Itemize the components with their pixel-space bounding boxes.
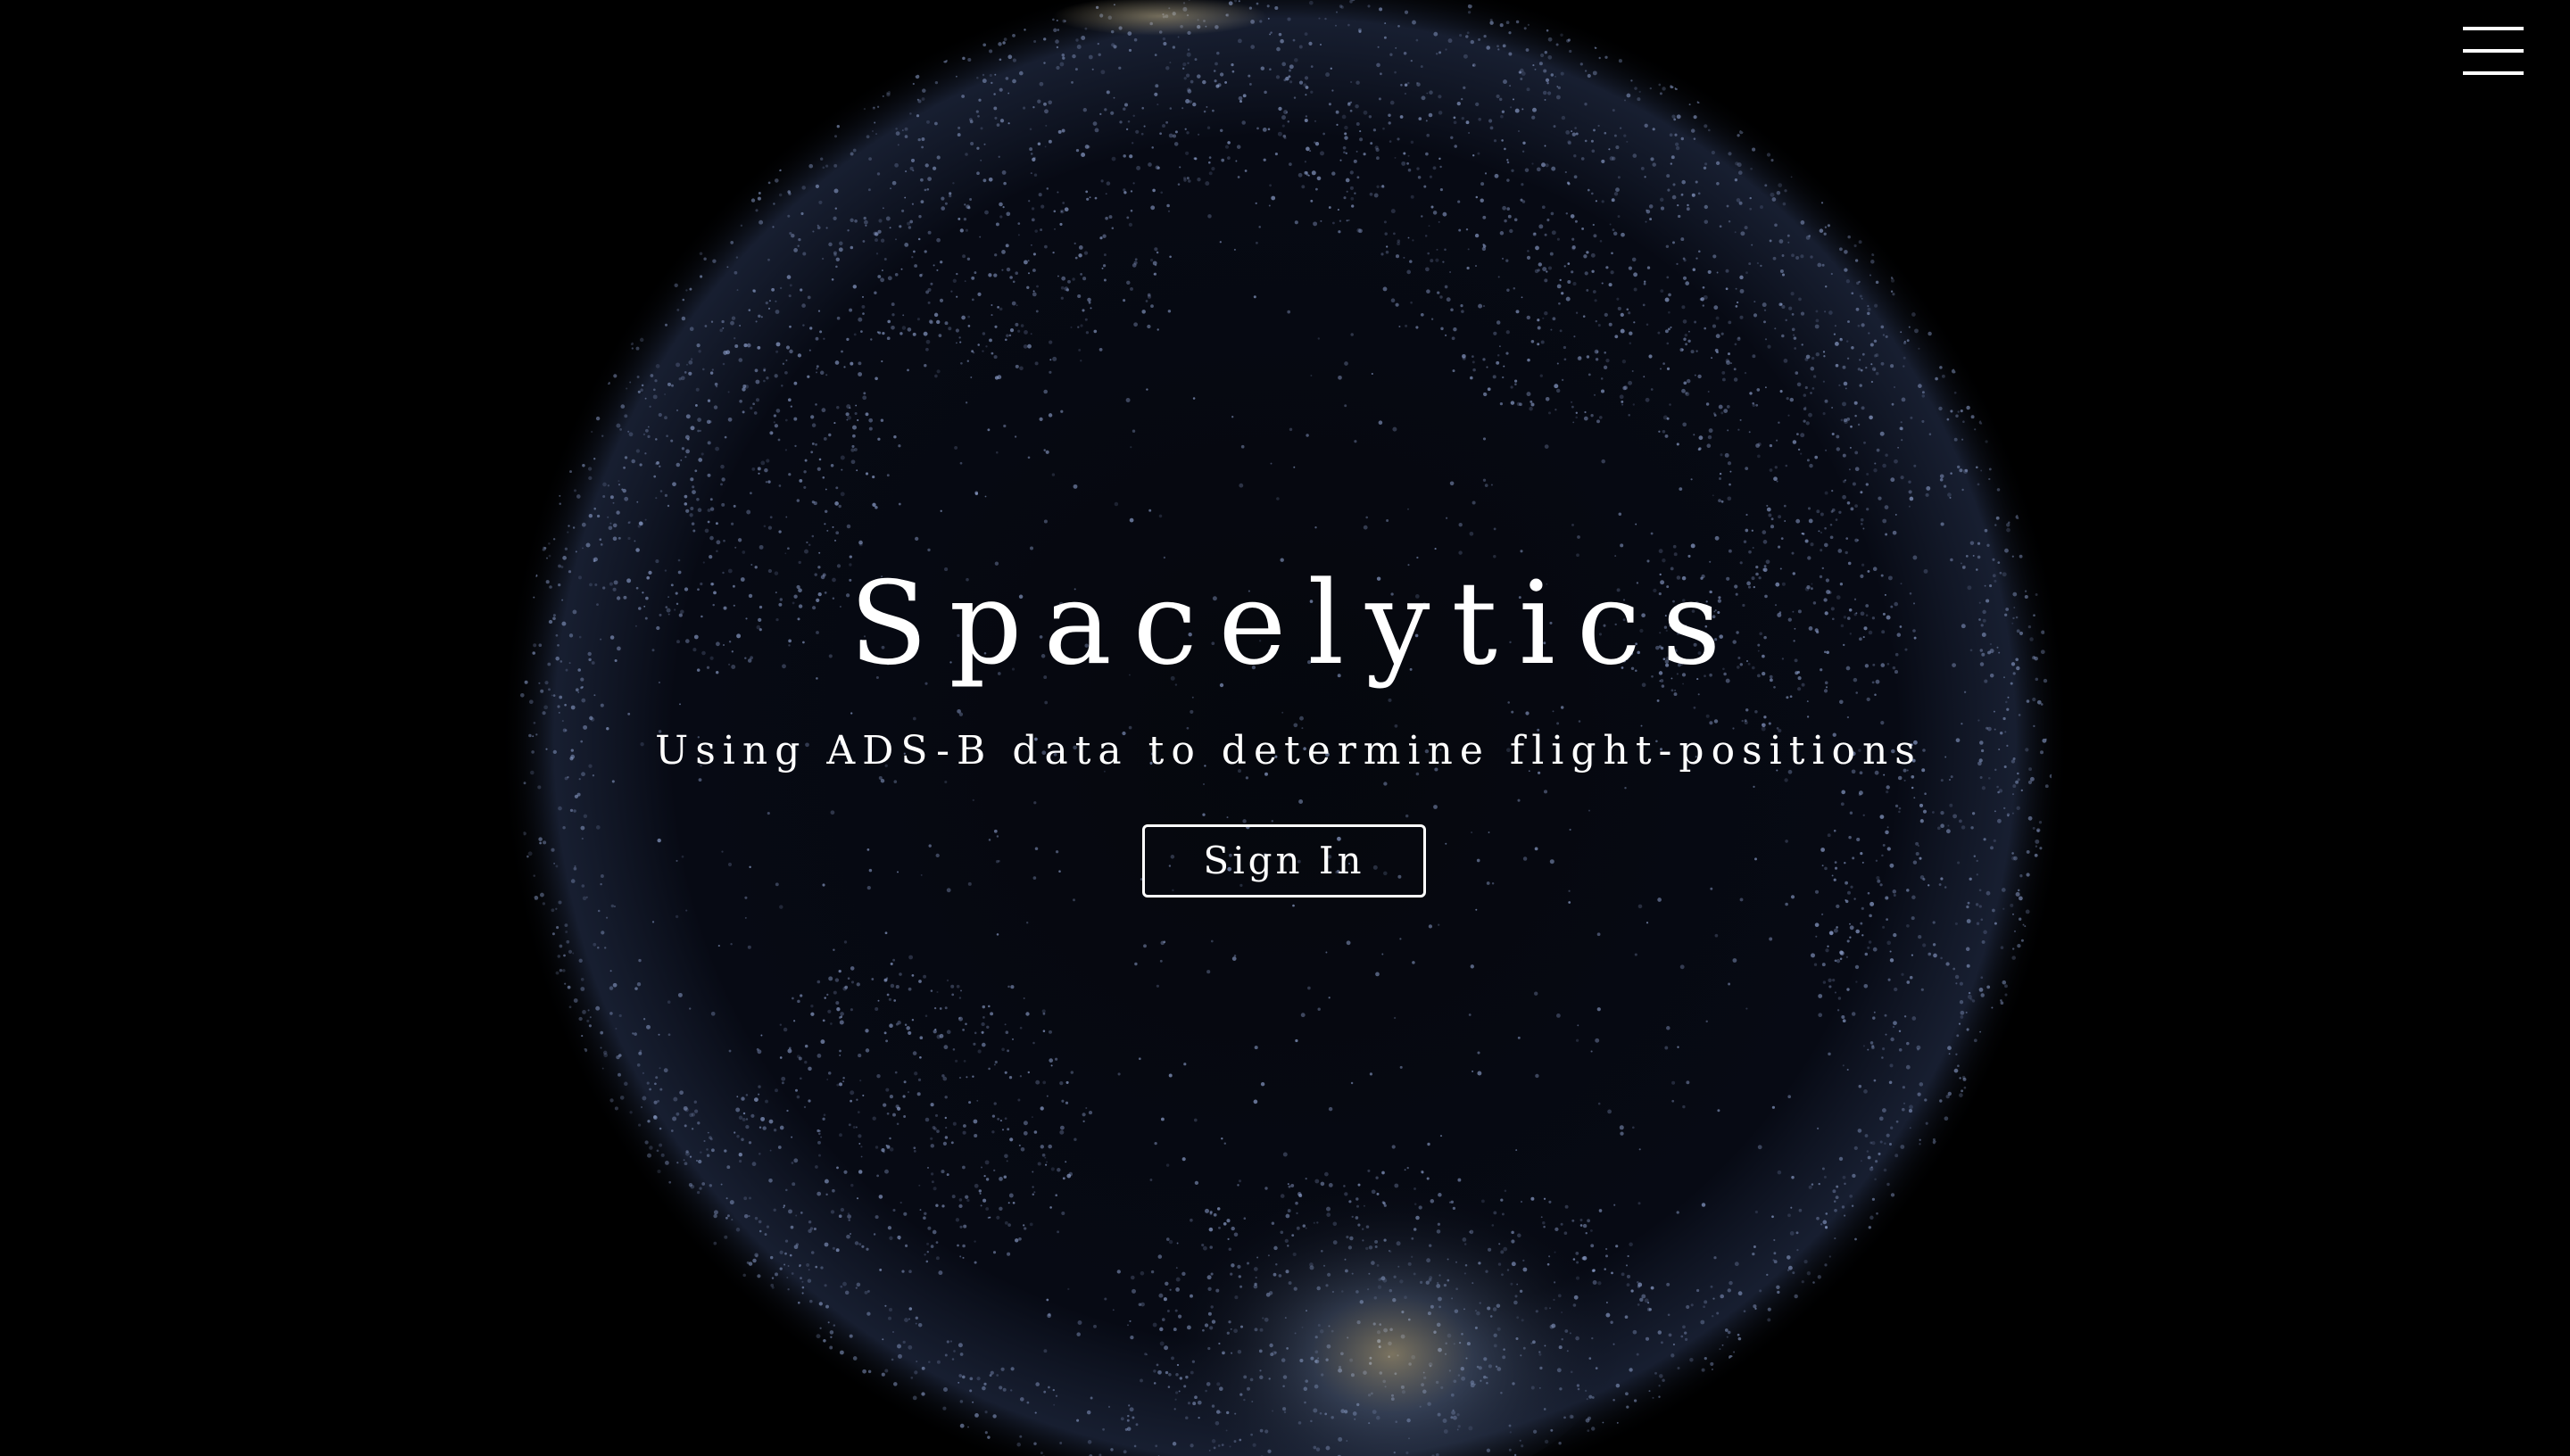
app-tagline: Using ADS-B data to determine flight-pos… <box>655 728 1922 774</box>
sign-in-button[interactable]: Sign In <box>1142 824 1426 898</box>
hero-section: Spacelytics Using ADS-B data to determin… <box>0 0 2570 1456</box>
app-title: Spacelytics <box>849 558 1743 691</box>
landing-page: Spacelytics Using ADS-B data to determin… <box>0 0 2570 1456</box>
